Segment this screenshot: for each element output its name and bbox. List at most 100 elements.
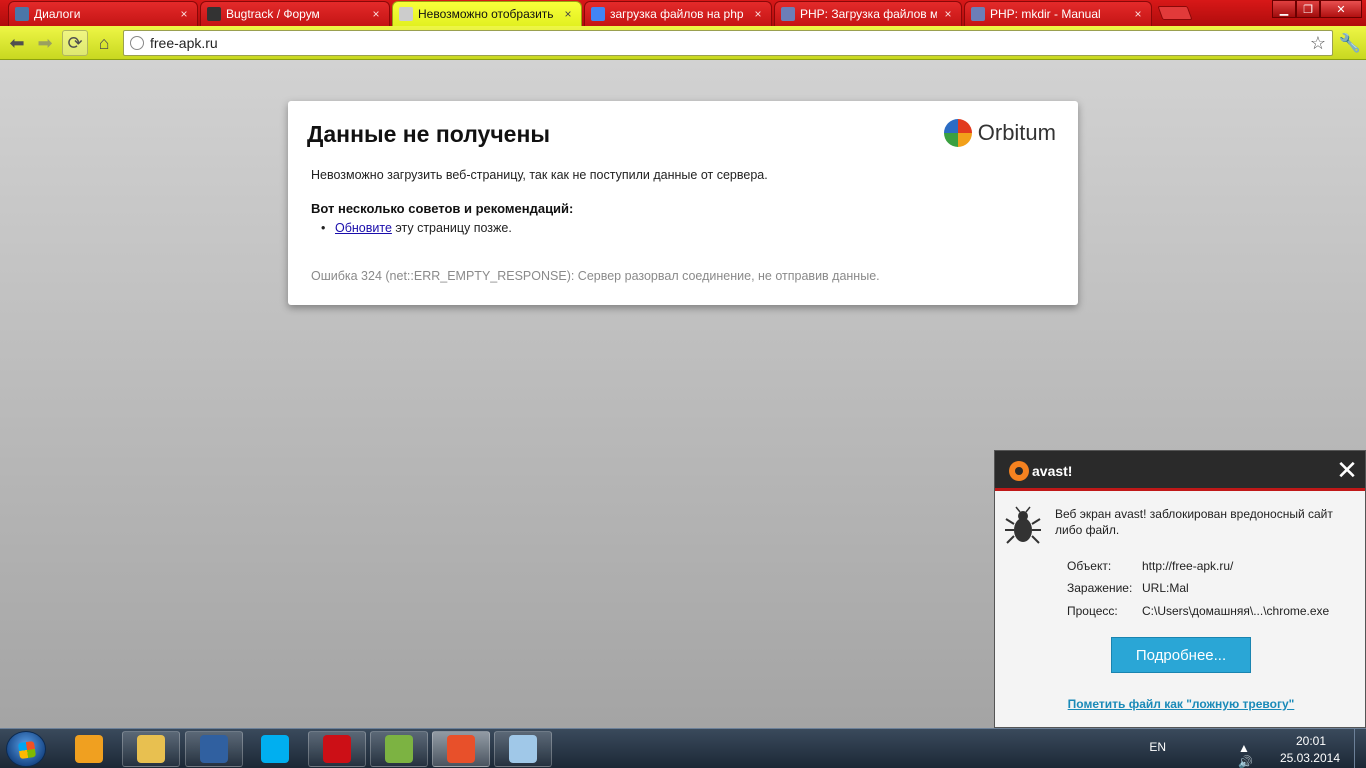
taskbar-app[interactable]	[185, 731, 243, 767]
tab-close-icon[interactable]: ×	[369, 7, 383, 21]
browser-tab[interactable]: Bugtrack / Форум ×	[200, 1, 390, 26]
detail-key: Заражение:	[1067, 581, 1133, 595]
tab-title: Bugtrack / Форум	[226, 7, 320, 21]
taskbar-app[interactable]	[308, 731, 366, 767]
forward-arrow-icon: ➡	[37, 32, 53, 53]
page-info-icon[interactable]	[130, 36, 144, 50]
tab-title: PHP: mkdir - Manual	[990, 7, 1101, 21]
forward-button[interactable]: ➡	[32, 30, 58, 56]
maximize-button[interactable]: ❐	[1296, 0, 1320, 18]
volume-icon[interactable]: 🔊	[1238, 755, 1261, 768]
tab-close-icon[interactable]: ×	[941, 7, 955, 21]
error-title: Данные не получены	[307, 121, 551, 147]
start-button[interactable]	[6, 731, 46, 767]
browser-tab[interactable]: Диалоги ×	[8, 1, 198, 26]
reload-link[interactable]: Обновите	[335, 221, 392, 235]
php-icon	[971, 7, 985, 21]
taskbar-app[interactable]	[122, 731, 180, 767]
reload-icon: ⟳	[67, 32, 83, 53]
more-details-button[interactable]: Подробнее...	[1111, 637, 1251, 673]
opera-icon	[323, 735, 351, 763]
taskbar: EN ▲🔊▮ 20:01 25.03.2014	[0, 728, 1366, 768]
vk-icon	[15, 7, 29, 21]
detail-value: URL:Mal	[1142, 581, 1189, 595]
tab-title: загрузка файлов на php -	[610, 7, 747, 21]
browser-tab[interactable]: Невозможно отобразить ×	[392, 1, 582, 26]
home-icon: ⌂	[98, 32, 110, 53]
php-icon	[781, 7, 795, 21]
language-indicator[interactable]: EN	[1149, 740, 1166, 754]
detail-row-process: Процесс: C:\Users\домашняя\...\chrome.exe	[1067, 604, 1329, 618]
tab-title: PHP: Загрузка файлов ме	[800, 7, 937, 21]
tab-close-icon[interactable]: ×	[751, 7, 765, 21]
avast-close-button[interactable]: ✕	[1335, 455, 1359, 485]
minimize-button[interactable]: ▁	[1272, 0, 1296, 18]
detail-key: Процесс:	[1067, 604, 1118, 618]
bookmark-star-icon[interactable]: ☆	[1310, 33, 1326, 54]
new-tab-button[interactable]	[1157, 6, 1193, 20]
tab-close-icon[interactable]: ×	[177, 7, 191, 21]
tab-title: Невозможно отобразить	[418, 7, 554, 21]
browser-tab[interactable]: PHP: mkdir - Manual ×	[964, 1, 1152, 26]
url-text: free-apk.ru	[150, 35, 218, 51]
avast-message: Веб экран avast! заблокирован вредоносны…	[1055, 507, 1333, 537]
brand-name: Orbitum	[977, 120, 1056, 145]
skype-icon	[261, 735, 289, 763]
detail-row-infection: Заражение: URL:Mal	[1067, 581, 1189, 595]
browser-tab[interactable]: загрузка файлов на php - ×	[584, 1, 772, 26]
back-button[interactable]: ⬅	[4, 30, 30, 56]
error-code: Ошибка 324 (net::ERR_EMPTY_RESPONSE): Се…	[311, 269, 880, 283]
shield-icon	[207, 7, 221, 21]
taskbar-app[interactable]	[60, 731, 118, 767]
explorer-icon	[137, 735, 165, 763]
reload-button[interactable]: ⟳	[62, 30, 88, 56]
tab-strip: Диалоги × Bugtrack / Форум × Невозможно отоб…	[0, 0, 1366, 26]
clock-date[interactable]: 25.03.2014	[1280, 751, 1340, 765]
notepad-icon	[385, 735, 413, 763]
home-button[interactable]: ⌂	[91, 30, 117, 56]
globe-icon	[399, 7, 413, 21]
brand-logo: Orbitum	[943, 119, 1056, 147]
tab-close-icon[interactable]: ×	[1131, 7, 1145, 21]
winamp-icon	[75, 735, 103, 763]
avast-alert-popup: avast! ✕ Веб экран avast! заблокирован в…	[994, 450, 1366, 728]
close-icon: ✕	[1336, 455, 1358, 485]
google-icon	[591, 7, 605, 21]
avast-logo: avast!	[1009, 461, 1072, 481]
avast-logo-text: avast!	[1032, 463, 1073, 479]
error-card: Данные не получены Orbitum Невозможно за…	[288, 101, 1078, 305]
tab-title: Диалоги	[34, 7, 81, 21]
paint-icon	[509, 735, 537, 763]
detail-row-object: Объект: http://free-apk.ru/	[1067, 559, 1233, 573]
browser-toolbar: ⬅ ➡ ⟳ ⌂ free-apk.ru ☆ 🔧	[0, 26, 1366, 60]
orbitum-logo-icon	[943, 119, 972, 147]
false-alarm-link[interactable]: Пометить файл как "ложную тревогу"	[995, 697, 1366, 711]
window-close-button[interactable]: ✕	[1320, 0, 1362, 18]
windows-logo-icon	[17, 740, 37, 760]
address-bar[interactable]: free-apk.ru ☆	[123, 30, 1333, 56]
avast-header: avast! ✕	[995, 451, 1365, 491]
taskbar-app[interactable]	[246, 731, 304, 767]
avast-ball-icon	[1009, 461, 1029, 481]
browser-tab[interactable]: PHP: Загрузка файлов ме ×	[774, 1, 962, 26]
error-description: Невозможно загрузить веб-страницу, так к…	[311, 168, 768, 182]
tip-item: Обновите эту страницу позже.	[321, 221, 512, 235]
show-desktop-button[interactable]	[1354, 729, 1366, 768]
clock-time[interactable]: 20:01	[1296, 734, 1326, 748]
tray-arrow-icon[interactable]: ▲	[1238, 741, 1258, 755]
taskbar-app[interactable]	[370, 731, 428, 767]
orbitum-icon	[447, 735, 475, 763]
tray-icons: ▲🔊▮	[1238, 741, 1261, 768]
wrench-menu-button[interactable]: 🔧	[1337, 30, 1363, 56]
bug-icon	[1005, 506, 1041, 544]
tab-close-icon[interactable]: ×	[561, 7, 575, 21]
detail-value: C:\Users\домашняя\...\chrome.exe	[1142, 604, 1330, 618]
kmplayer-icon	[200, 735, 228, 763]
taskbar-app[interactable]	[494, 731, 552, 767]
detail-key: Объект:	[1067, 559, 1112, 573]
taskbar-app[interactable]	[432, 731, 490, 767]
back-arrow-icon: ⬅	[9, 32, 25, 53]
tips-heading: Вот несколько советов и рекомендаций:	[311, 201, 574, 216]
wrench-icon: 🔧	[1338, 32, 1362, 53]
detail-value: http://free-apk.ru/	[1142, 559, 1234, 573]
